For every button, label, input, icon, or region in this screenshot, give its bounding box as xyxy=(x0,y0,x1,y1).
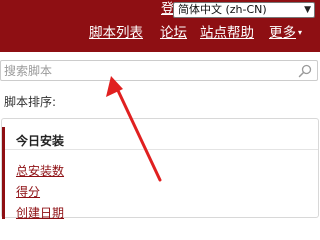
sort-option-total-installs[interactable]: 总安装数 xyxy=(16,164,64,179)
nav-item-help[interactable]: 站点帮助 xyxy=(200,23,254,43)
sort-option-today-installs[interactable]: 今日安装 xyxy=(16,134,64,149)
sort-panel-accent xyxy=(2,127,5,219)
search-icon[interactable] xyxy=(298,63,312,78)
main-nav: 脚本列表 论坛 站点帮助 更多 ▾ xyxy=(0,23,320,43)
sort-option-created-date[interactable]: 创建日期 xyxy=(16,206,64,221)
language-select-value: 简体中文 (zh-CN) xyxy=(178,3,267,16)
nav-more-label: 更多 xyxy=(269,25,296,41)
nav-item-scripts[interactable]: 脚本列表 xyxy=(89,23,143,43)
sort-label: 脚本排序: xyxy=(4,95,57,109)
caret-down-icon: ▾ xyxy=(298,28,303,37)
language-select[interactable]: 简体中文 (zh-CN) ▼ xyxy=(173,2,315,18)
sort-panel: 今日安装 总安装数 得分 创建日期 xyxy=(1,118,319,221)
chevron-down-icon: ▼ xyxy=(304,5,311,15)
search-box xyxy=(0,60,318,81)
search-input[interactable] xyxy=(4,61,284,80)
divider xyxy=(5,149,318,150)
nav-item-forum[interactable]: 论坛 xyxy=(160,23,187,43)
site-header: 登录 简体中文 (zh-CN) ▼ 脚本列表 论坛 站点帮助 更多▾ xyxy=(0,0,320,52)
sort-option-score[interactable]: 得分 xyxy=(16,185,40,200)
nav-item-more[interactable]: 更多 ▾ xyxy=(269,23,302,43)
